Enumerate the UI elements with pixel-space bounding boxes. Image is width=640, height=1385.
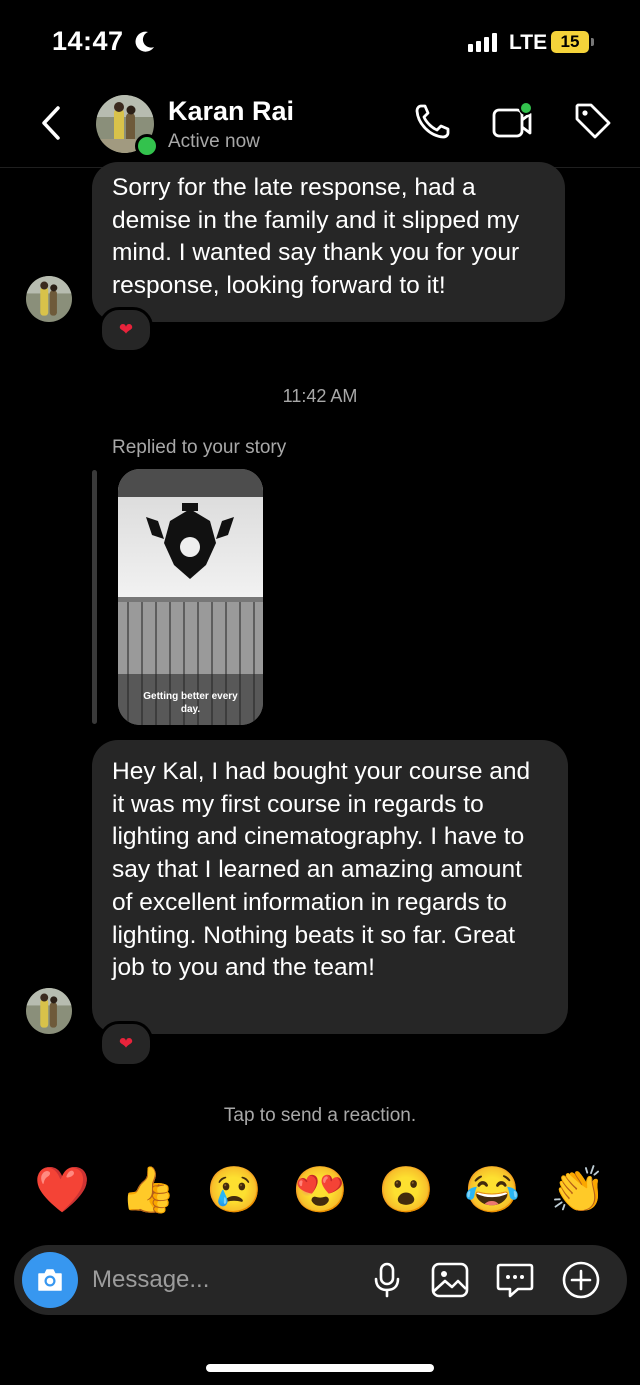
message-bubble[interactable]: Hey Kal, I had bought your course and it… [92,740,568,1034]
active-status: Active now [168,131,260,152]
message-bubble[interactable]: Sorry for the late response, had a demis… [92,162,565,322]
heart-reaction-icon[interactable]: ❤ [99,1021,153,1067]
message-input[interactable] [92,1262,342,1298]
add-icon[interactable] [560,1259,602,1301]
video-call-icon[interactable] [491,100,533,142]
contact-name[interactable]: Karan Rai [168,96,294,127]
network-label: LTE [509,31,548,54]
story-reply-label: Replied to your story [112,437,287,458]
sender-avatar[interactable] [26,276,72,322]
microphone-icon[interactable] [366,1259,408,1301]
message-timestamp: 11:42 AM [282,386,358,406]
sender-avatar[interactable] [26,988,72,1034]
moon-icon [135,31,154,52]
surprised-emoji-icon[interactable]: 😮 [378,1162,434,1218]
online-status-dot [135,134,159,158]
signal-icon [468,33,497,52]
home-indicator[interactable] [206,1364,434,1372]
back-chevron-icon[interactable] [36,105,66,141]
story-thumbnail[interactable]: Getting better every day. [118,469,263,725]
story-caption: Getting better every day. [143,691,238,715]
phone-icon[interactable] [412,100,454,142]
crying-emoji-icon[interactable]: 😢 [206,1162,262,1218]
heart-reaction-icon[interactable]: ❤ [99,307,153,353]
camera-icon [38,1269,62,1291]
tag-icon[interactable] [572,100,614,142]
thumbs-up-emoji-icon[interactable]: 👍 [120,1162,176,1218]
laughing-emoji-icon[interactable]: 😂 [464,1162,520,1218]
battery-cap [591,38,594,46]
status-time: 14:47 [52,26,124,56]
heart-emoji-icon[interactable]: ❤️ [34,1162,90,1218]
camera-button[interactable] [22,1252,78,1308]
reply-indicator-line [92,470,97,724]
heart-eyes-emoji-icon[interactable]: 😍 [292,1162,348,1218]
battery-icon: 15 [551,31,589,53]
sticker-chat-icon[interactable] [494,1259,536,1301]
gallery-icon[interactable] [429,1259,471,1301]
tap-to-react-hint: Tap to send a reaction. [223,1105,417,1126]
clapping-emoji-icon[interactable]: 👏 [550,1162,606,1218]
